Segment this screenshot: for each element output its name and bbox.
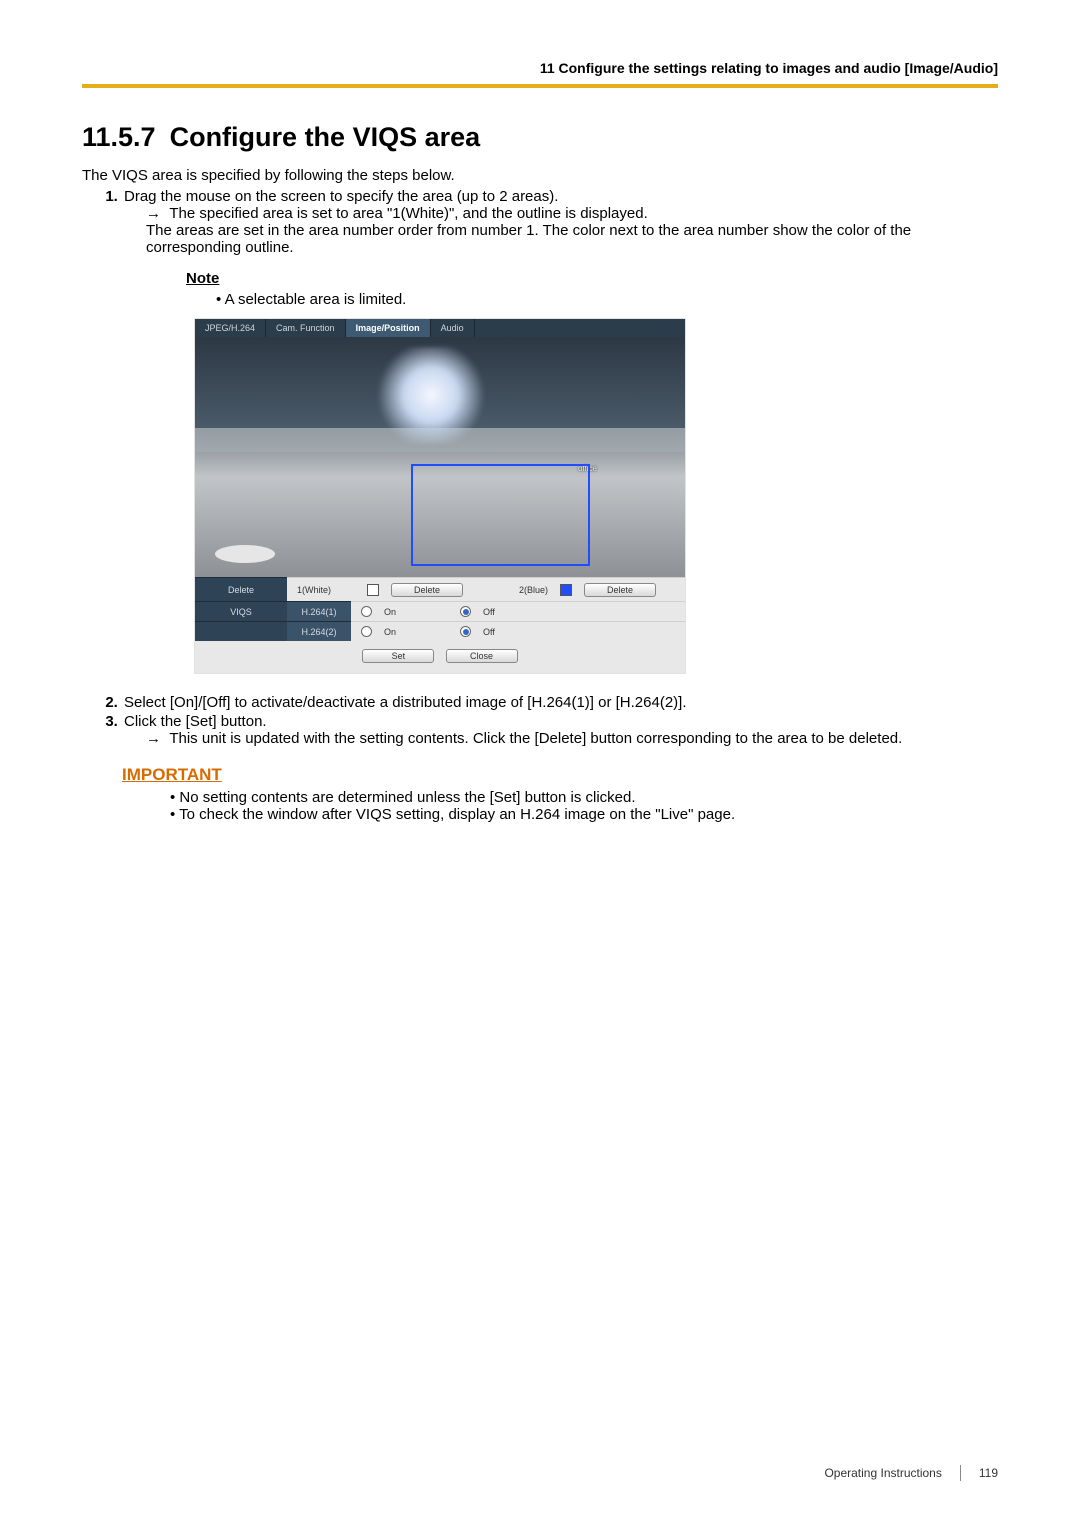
important-bullet-2: To check the window after VIQS setting, … (170, 806, 998, 823)
note-heading: Note (186, 270, 998, 287)
sub-label-h264-1: H.264(1) (287, 601, 351, 621)
tab-jpeg[interactable]: JPEG/H.264 (195, 319, 266, 337)
tab-audio[interactable]: Audio (431, 319, 475, 337)
header-rule (82, 84, 998, 88)
step-3-text: Click the [Set] button. (124, 713, 267, 730)
section-heading: 11.5.7 Configure the VIQS area (82, 122, 998, 153)
radio-h264-2-on[interactable] (361, 626, 372, 637)
close-button[interactable]: Close (446, 649, 518, 663)
important-heading: IMPORTANT (122, 765, 998, 785)
important-bullet-1: No setting contents are determined unles… (170, 789, 998, 806)
tab-image-position[interactable]: Image/Position (346, 319, 431, 337)
page-footer: Operating Instructions 119 (824, 1465, 998, 1481)
note-bullet-1: A selectable area is limited. (216, 291, 998, 308)
camera-preview[interactable]: office (195, 337, 685, 577)
section-title-text: Configure the VIQS area (170, 122, 481, 152)
footer-page-number: 119 (979, 1466, 998, 1480)
selection-box-blue[interactable] (411, 464, 590, 566)
intro-text: The VIQS area is specified by following … (82, 167, 998, 184)
footer-doc-title: Operating Instructions (824, 1466, 941, 1480)
running-header: 11 Configure the settings relating to im… (82, 60, 998, 84)
app-screenshot: JPEG/H.264 Cam. Function Image/Position … (194, 318, 686, 674)
label-off-2: Off (483, 627, 495, 637)
radio-h264-1-on[interactable] (361, 606, 372, 617)
step-1-continued: The areas are set in the area number ord… (146, 222, 998, 256)
area-1-label: 1(White) (297, 585, 355, 595)
label-off: Off (483, 607, 495, 617)
step-3: Click the [Set] button. → This unit is u… (122, 713, 998, 747)
row-label-viqs: VIQS (195, 601, 287, 621)
tab-bar: JPEG/H.264 Cam. Function Image/Position … (195, 319, 685, 337)
radio-h264-1-off[interactable] (460, 606, 471, 617)
step-2: Select [On]/[Off] to activate/deactivate… (122, 694, 998, 711)
label-on: On (384, 607, 396, 617)
set-button[interactable]: Set (362, 649, 434, 663)
swatch-blue (560, 584, 572, 596)
row-label-delete: Delete (195, 577, 287, 601)
swatch-white (367, 584, 379, 596)
label-on-2: On (384, 627, 396, 637)
tab-cam-function[interactable]: Cam. Function (266, 319, 346, 337)
delete-area-2-button[interactable]: Delete (584, 583, 656, 597)
step-1-text: Drag the mouse on the screen to specify … (124, 188, 558, 205)
area-2-label: 2(Blue) (519, 585, 548, 595)
delete-area-1-button[interactable]: Delete (391, 583, 463, 597)
step-1: Drag the mouse on the screen to specify … (122, 188, 998, 674)
section-number: 11.5.7 (82, 122, 156, 152)
radio-h264-2-off[interactable] (460, 626, 471, 637)
step-3-arrow: → This unit is updated with the setting … (168, 730, 998, 747)
sub-label-h264-2: H.264(2) (287, 621, 351, 641)
step-1-arrow: → The specified area is set to area "1(W… (168, 205, 998, 222)
